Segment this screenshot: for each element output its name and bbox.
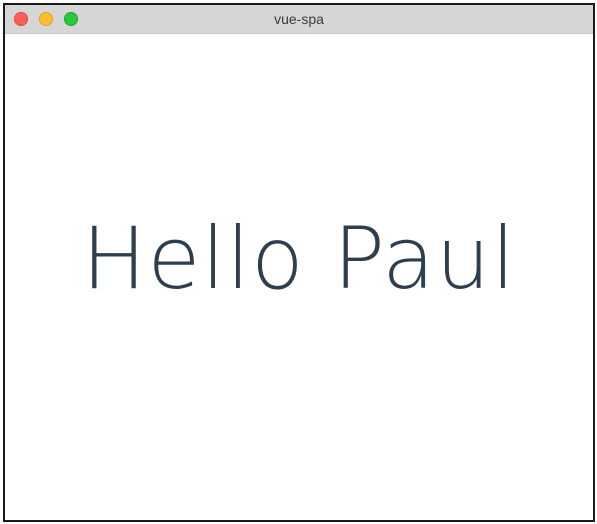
app-content: Hello Paul <box>5 34 593 520</box>
browser-window: vue-spa Hello Paul <box>3 3 595 522</box>
window-title: vue-spa <box>274 11 324 27</box>
title-bar[interactable]: vue-spa <box>5 5 593 34</box>
greeting-heading: Hello Paul <box>81 209 517 309</box>
